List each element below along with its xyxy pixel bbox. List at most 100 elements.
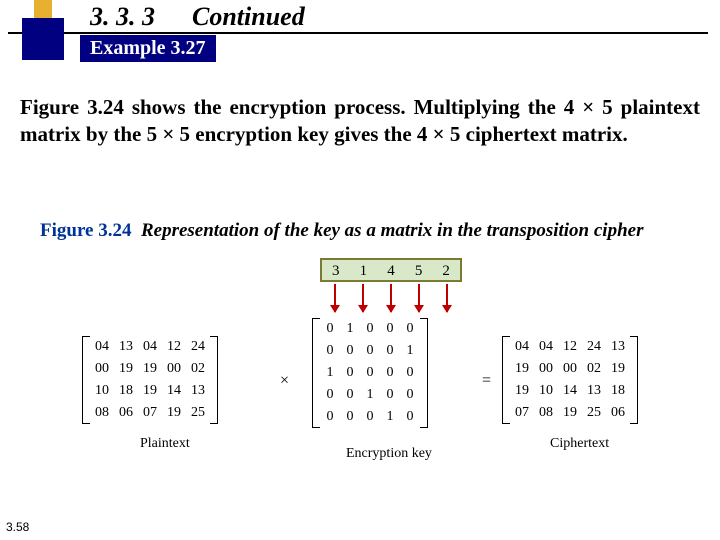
example-badge: Example 3.27 — [80, 35, 216, 62]
arrow-icon — [446, 284, 448, 312]
matrix-cell: 19 — [510, 358, 534, 380]
matrix-cell: 12 — [162, 336, 186, 358]
plaintext-label: Plaintext — [140, 436, 190, 452]
bracket-icon — [82, 336, 90, 424]
matrix-cell: 18 — [114, 380, 138, 402]
header-accent-blue — [22, 18, 64, 60]
arrow-icon — [390, 284, 392, 312]
bracket-icon — [502, 336, 510, 424]
encryption-key-label: Encryption key — [346, 446, 432, 462]
matrix-cell: 04 — [90, 336, 114, 358]
matrix-cell: 1 — [320, 362, 340, 384]
matrix-cell: 06 — [606, 402, 630, 424]
matrix-cell: 0 — [360, 406, 380, 428]
matrix-cell: 04 — [534, 336, 558, 358]
figure-title: Representation of the key as a matrix in… — [141, 220, 644, 241]
matrix-cell: 0 — [320, 384, 340, 406]
matrix-cell: 0 — [380, 340, 400, 362]
matrix-cell: 19 — [558, 402, 582, 424]
section-number: 3. 3. 3 — [90, 2, 155, 32]
matrix-cell: 19 — [510, 380, 534, 402]
matrix-cell: 0 — [340, 384, 360, 406]
matrix-cell: 25 — [186, 402, 210, 424]
matrix-cell: 0 — [400, 384, 420, 406]
matrix-cell: 0 — [400, 318, 420, 340]
matrix-cell: 0 — [340, 362, 360, 384]
continued-label: Continued — [192, 2, 305, 32]
matrix-cell: 13 — [114, 336, 138, 358]
matrix-cell: 14 — [558, 380, 582, 402]
matrix-cell: 00 — [90, 358, 114, 380]
times-operator: × — [280, 372, 289, 390]
body-paragraph: Figure 3.24 shows the encryption process… — [20, 94, 700, 149]
figure-caption: Figure 3.24 Representation of the key as… — [40, 220, 643, 242]
matrix-cell: 00 — [558, 358, 582, 380]
key-cell: 5 — [405, 260, 433, 280]
ciphertext-matrix: 0404122413 1900000219 1910141318 0708192… — [502, 336, 638, 424]
key-cell: 1 — [350, 260, 378, 280]
key-cell: 2 — [432, 260, 460, 280]
matrix-cell: 0 — [380, 384, 400, 406]
matrix-cell: 10 — [90, 380, 114, 402]
matrix-cell: 0 — [380, 362, 400, 384]
bracket-icon — [630, 336, 638, 424]
matrix-cell: 0 — [360, 318, 380, 340]
key-cell: 3 — [322, 260, 350, 280]
matrix-cell: 24 — [582, 336, 606, 358]
arrow-icon — [362, 284, 364, 312]
matrix-cell: 0 — [320, 340, 340, 362]
equals-operator: = — [482, 372, 491, 390]
matrix-cell: 0 — [360, 362, 380, 384]
matrix-cell: 04 — [510, 336, 534, 358]
matrix-cell: 19 — [138, 358, 162, 380]
matrix-cell: 02 — [582, 358, 606, 380]
bracket-icon — [210, 336, 218, 424]
matrix-cell: 19 — [606, 358, 630, 380]
key-cell: 4 — [377, 260, 405, 280]
matrix-cell: 00 — [162, 358, 186, 380]
matrix-cell: 14 — [162, 380, 186, 402]
key-row-box: 3 1 4 5 2 — [320, 258, 462, 282]
plaintext-matrix: 0413041224 0019190002 1018191413 0806071… — [82, 336, 218, 424]
matrix-cell: 04 — [138, 336, 162, 358]
matrix-cell: 0 — [380, 318, 400, 340]
matrix-cell: 0 — [340, 340, 360, 362]
matrix-cell: 0 — [340, 406, 360, 428]
matrix-cell: 13 — [606, 336, 630, 358]
matrix-cell: 06 — [114, 402, 138, 424]
matrix-cell: 25 — [582, 402, 606, 424]
encryption-key-matrix: 01000 00001 10000 00100 00010 — [312, 318, 428, 428]
matrix-cell: 1 — [380, 406, 400, 428]
bracket-icon — [420, 318, 428, 428]
matrix-cell: 1 — [400, 340, 420, 362]
bracket-icon — [312, 318, 320, 428]
matrix-cell: 02 — [186, 358, 210, 380]
matrix-cell: 07 — [138, 402, 162, 424]
matrix-cell: 12 — [558, 336, 582, 358]
matrix-cell: 13 — [582, 380, 606, 402]
matrix-cell: 08 — [90, 402, 114, 424]
matrix-cell: 18 — [606, 380, 630, 402]
matrix-cell: 19 — [114, 358, 138, 380]
matrix-cell: 10 — [534, 380, 558, 402]
matrix-cell: 0 — [400, 406, 420, 428]
matrix-cell: 1 — [360, 384, 380, 406]
matrix-cell: 00 — [534, 358, 558, 380]
figure-number: Figure 3.24 — [40, 220, 131, 241]
matrix-cell: 0 — [320, 406, 340, 428]
matrix-cell: 0 — [360, 340, 380, 362]
arrow-icon — [334, 284, 336, 312]
arrow-icon — [418, 284, 420, 312]
header-rule — [8, 32, 708, 34]
matrix-cell: 0 — [320, 318, 340, 340]
matrix-cell: 13 — [186, 380, 210, 402]
matrix-cell: 19 — [138, 380, 162, 402]
matrix-cell: 19 — [162, 402, 186, 424]
matrix-cell: 0 — [400, 362, 420, 384]
page-number: 3.58 — [6, 520, 29, 534]
matrix-cell: 07 — [510, 402, 534, 424]
matrix-cell: 1 — [340, 318, 360, 340]
matrix-cell: 24 — [186, 336, 210, 358]
matrix-cell: 08 — [534, 402, 558, 424]
figure-diagram: 3 1 4 5 2 0413041224 0019190002 10181914… — [62, 258, 662, 488]
